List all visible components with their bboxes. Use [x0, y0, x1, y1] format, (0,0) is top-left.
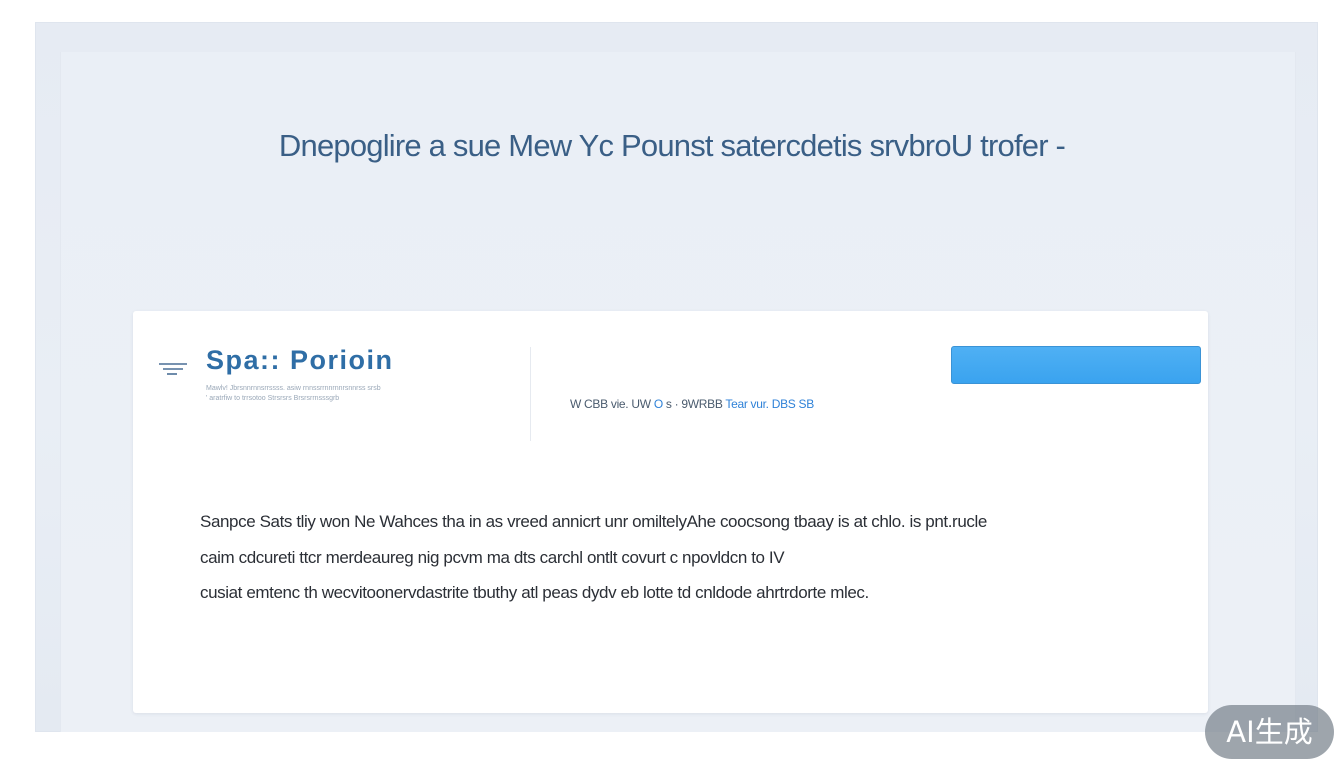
- menu-icon[interactable]: [159, 361, 189, 377]
- body-paragraph: Sanpce Sats tliy won Ne Wahces tha in as…: [200, 504, 1140, 611]
- brand-subtitle-line: ' aratrfiw to trrsotoo Strsrsrs Brsrsrrn…: [206, 395, 340, 402]
- meta-accent: O: [653, 397, 666, 411]
- header-divider: [530, 347, 531, 441]
- body-line: caim cdcureti ttcr merdeaureg nig pcvm m…: [200, 547, 785, 567]
- brand-title: Spa:: Porioin: [206, 345, 394, 375]
- content-card: Spa:: Porioin Mawlv! Jbrsnnrnnsrrssss. a…: [133, 311, 1208, 713]
- body-line: Sanpce Sats tliy won Ne Wahces tha in as…: [200, 512, 987, 531]
- body-line: cusiat emtenc th wecvitoonervdastrite tb…: [200, 583, 869, 602]
- ai-generated-badge: AI生成: [1205, 705, 1334, 759]
- meta-info: W CBB vie. UW O s · 9WRBB Tear vur. DBS …: [570, 397, 814, 411]
- meta-link[interactable]: Tear vur. DBS SB: [725, 397, 814, 411]
- page-headline: Dnepoglire a sue Mew Yc Pounst satercdet…: [278, 128, 1066, 163]
- meta-text: s · 9WRBB: [665, 397, 726, 411]
- brand-subtitle-line: Mawlv! Jbrsnnrnnsrrssss. asiw rnnssrrnnr…: [206, 385, 381, 392]
- primary-action-button[interactable]: [951, 346, 1201, 384]
- meta-text: W CBB vie. UW: [570, 397, 651, 411]
- brand-subtitle: Mawlv! Jbrsnnrnnsrrssss. asiw rnnssrrnnr…: [206, 384, 381, 404]
